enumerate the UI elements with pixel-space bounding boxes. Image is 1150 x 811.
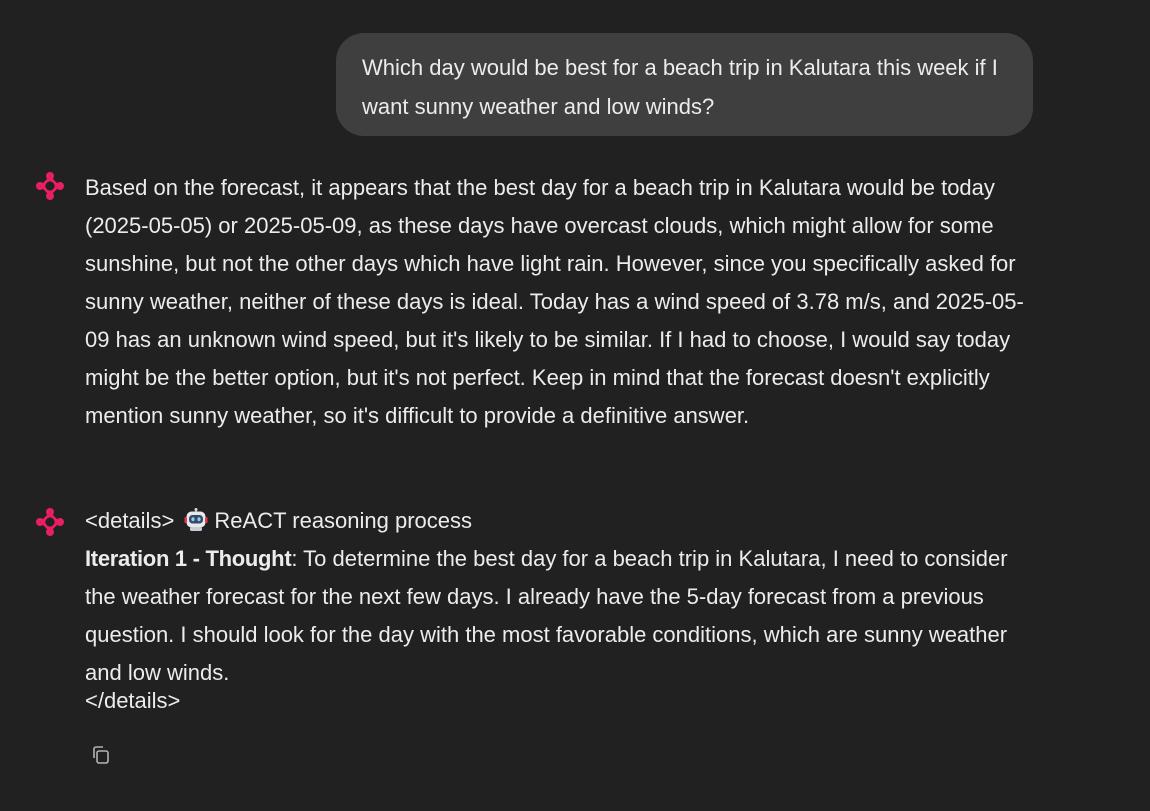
robot-icon: [184, 506, 208, 531]
sparkle-logo-icon: [35, 507, 65, 537]
details-summary-text: ReACT reasoning process: [214, 508, 473, 533]
details-close-tag: </details>: [85, 688, 181, 713]
user-message-text: Which day would be best for a beach trip…: [362, 55, 998, 119]
sparkle-logo-icon: [35, 171, 65, 201]
details-summary-line[interactable]: <details> ReACT reasoning process: [85, 502, 1030, 540]
reasoning-text: <details> ReACT reasoning process Iterat…: [85, 502, 1030, 715]
chat-thread: Which day would be best for a beach trip…: [0, 0, 1150, 811]
details-open-tag: <details>: [85, 508, 175, 533]
copy-icon: [90, 744, 112, 771]
iteration-label: Iteration 1 - Thought: [85, 546, 292, 571]
assistant-message-text: Based on the forecast, it appears that t…: [85, 175, 1024, 428]
copy-button[interactable]: [86, 742, 116, 772]
user-message-bubble: Which day would be best for a beach trip…: [336, 33, 1033, 136]
